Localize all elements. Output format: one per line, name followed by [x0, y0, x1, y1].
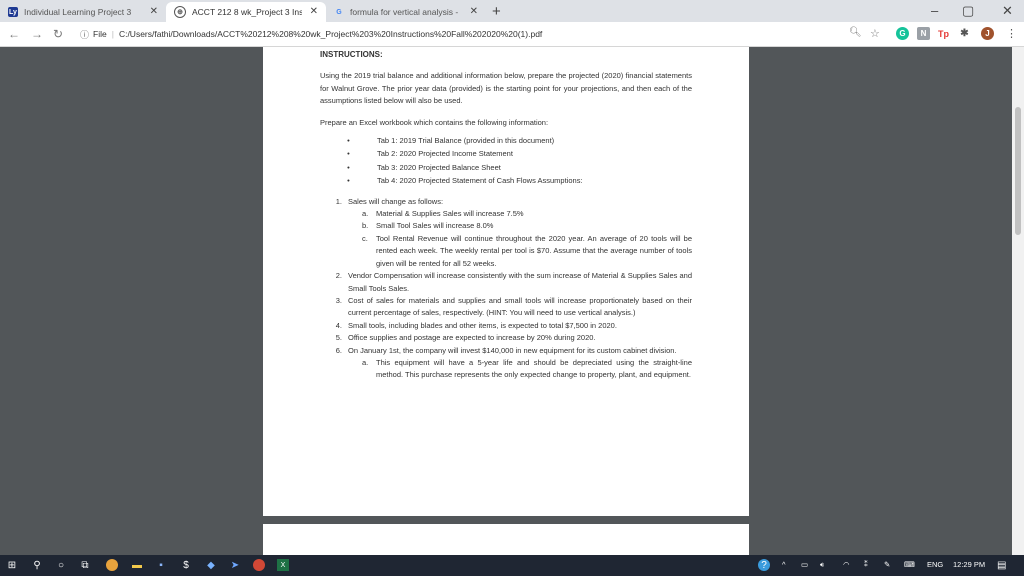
ext-n-icon[interactable]: N: [917, 27, 930, 40]
list-item: a. This equipment will have a 5-year life…: [362, 357, 692, 380]
language-indicator[interactable]: ENG: [927, 560, 943, 569]
puzzle-icon[interactable]: ✱: [958, 27, 971, 40]
clock[interactable]: 12:29 PM: [953, 560, 985, 569]
instructions-heading: INSTRUCTIONS:: [320, 50, 383, 59]
list-item: c. Tool Rental Revenue will continue thro…: [362, 233, 692, 268]
list-item: 4. Small tools, including blades and othe…: [335, 320, 617, 330]
tab-title: ACCT 212 8 wk_Project 3 Instruct: [192, 7, 302, 17]
zoom-icon[interactable]: 🔍︎: [849, 27, 862, 38]
tab-individual-learning[interactable]: Ly Individual Learning Project 3 ✕: [0, 2, 166, 22]
minimize-button[interactable]: –: [931, 3, 938, 18]
excel-icon[interactable]: X: [277, 559, 289, 571]
tab-google-search[interactable]: G formula for vertical analysis - Goo ✕: [326, 2, 486, 22]
list-item: 1. Sales will change as follows:: [335, 196, 444, 206]
url-scheme: File: [93, 29, 107, 39]
cortana-icon[interactable]: ○: [55, 559, 67, 571]
close-tab-icon[interactable]: ✕: [150, 6, 158, 17]
file-explorer-icon[interactable]: ▬: [131, 559, 143, 571]
profile-avatar[interactable]: J: [981, 27, 994, 40]
vertical-scrollbar[interactable]: [1012, 47, 1024, 555]
app-arrow-icon[interactable]: ➤: [229, 559, 241, 571]
browser-toolbar: ← → ↻ ⓘ File | C:/Users/fathi/Downloads/…: [0, 22, 1024, 47]
reload-icon[interactable]: ↻: [53, 27, 63, 41]
volume-icon[interactable]: 🔉︎: [820, 560, 825, 570]
list-item: a. Material & Supplies Sales will increas…: [362, 209, 524, 219]
assumptions-list: 1. Sales will change as follows: a. Materi…: [320, 196, 692, 382]
close-tab-icon[interactable]: ✕: [310, 6, 318, 17]
globe-icon: ⊕: [174, 6, 186, 18]
powerpoint-icon[interactable]: [253, 559, 265, 571]
chrome-icon[interactable]: [106, 559, 118, 571]
notifications-icon[interactable]: ▤: [997, 560, 1006, 571]
windows-start-icon[interactable]: ⊞: [6, 559, 18, 571]
pen-icon[interactable]: ✎: [884, 560, 890, 569]
mail-icon[interactable]: ▪: [155, 559, 167, 571]
list-item: • Tab 1: 2019 Trial Balance (provided in …: [347, 136, 555, 146]
battery-icon[interactable]: ▭: [801, 560, 808, 569]
app-icon: Ly: [8, 7, 18, 17]
list-item: 2. Vendor Compensation will increase cons…: [335, 271, 692, 293]
pdf-viewer[interactable]: INSTRUCTIONS: Using the 2019 trial balan…: [0, 47, 1012, 555]
google-icon: G: [336, 8, 342, 16]
pdf-page-next: [263, 524, 749, 555]
url-text: C:/Users/fathi/Downloads/ACCT%20212%208%…: [118, 29, 543, 39]
windows-taskbar: ⊞ ⚲ ○ ⧉ ▬ ▪ $ ◆ ➤ X ? ^ ▭ 🔉︎ ◠ ⁑ ✎ ⌨ ENG…: [0, 555, 1024, 576]
new-tab-button[interactable]: +: [492, 3, 501, 20]
close-tab-icon[interactable]: ✕: [470, 6, 478, 17]
task-view-icon[interactable]: ⧉: [79, 559, 91, 571]
intro-paragraph: Using the 2019 trial balance and additio…: [320, 71, 692, 106]
tab-title: Individual Learning Project 3: [24, 7, 132, 17]
pdf-page: INSTRUCTIONS: Using the 2019 trial balan…: [263, 47, 749, 516]
menu-icon[interactable]: ⋮: [1006, 27, 1017, 40]
info-icon: ⓘ: [80, 29, 90, 40]
tab-acct-instructions[interactable]: ⊕ ACCT 212 8 wk_Project 3 Instruct ✕: [166, 2, 326, 22]
tab-strip: Ly Individual Learning Project 3 ✕ ⊕ ACC…: [0, 0, 1024, 22]
list-item: • Tab 2: 2020 Projected Income Statement: [347, 149, 513, 159]
maximize-button[interactable]: ▢: [962, 3, 974, 19]
page-content: INSTRUCTIONS: Using the 2019 trial balan…: [320, 49, 692, 382]
address-bar[interactable]: ⓘ File | C:/Users/fathi/Downloads/ACCT%2…: [80, 25, 860, 43]
list-item: 6. On January 1st, the company will inves…: [335, 345, 677, 355]
search-icon[interactable]: ⚲: [31, 559, 43, 571]
tp-icon[interactable]: Tp: [937, 27, 950, 40]
help-icon[interactable]: ?: [758, 559, 770, 571]
scrollbar-thumb[interactable]: [1015, 107, 1021, 235]
dollar-app-icon[interactable]: $: [180, 559, 192, 571]
url-separator: |: [111, 29, 114, 39]
bookmark-star-icon[interactable]: ☆: [870, 27, 880, 40]
keyboard-icon[interactable]: ⌨: [904, 560, 915, 569]
app-tray-icon[interactable]: ⁑: [864, 560, 868, 569]
wifi-icon[interactable]: ◠: [843, 560, 850, 569]
list-item: 5. Office supplies and postage are expect…: [335, 333, 596, 343]
list-item: • Tab 3: 2020 Projected Balance Sheet: [347, 162, 501, 172]
list-item: b. Small Tool Sales will increase 8.0%: [362, 221, 494, 231]
prepare-paragraph: Prepare an Excel workbook which contains…: [320, 117, 549, 127]
chevron-up-icon[interactable]: ^: [782, 560, 786, 569]
forward-icon[interactable]: →: [31, 27, 43, 41]
back-icon[interactable]: ←: [8, 27, 20, 41]
close-window-button[interactable]: ✕: [1002, 3, 1013, 19]
grammarly-icon[interactable]: G: [896, 27, 909, 40]
list-item: 3. Cost of sales for materials and suppli…: [335, 295, 692, 318]
teams-icon[interactable]: ◆: [205, 559, 217, 571]
tab-title: formula for vertical analysis - Goo: [350, 7, 460, 17]
list-item: • Tab 4: 2020 Projected Statement of Cash…: [347, 176, 583, 186]
